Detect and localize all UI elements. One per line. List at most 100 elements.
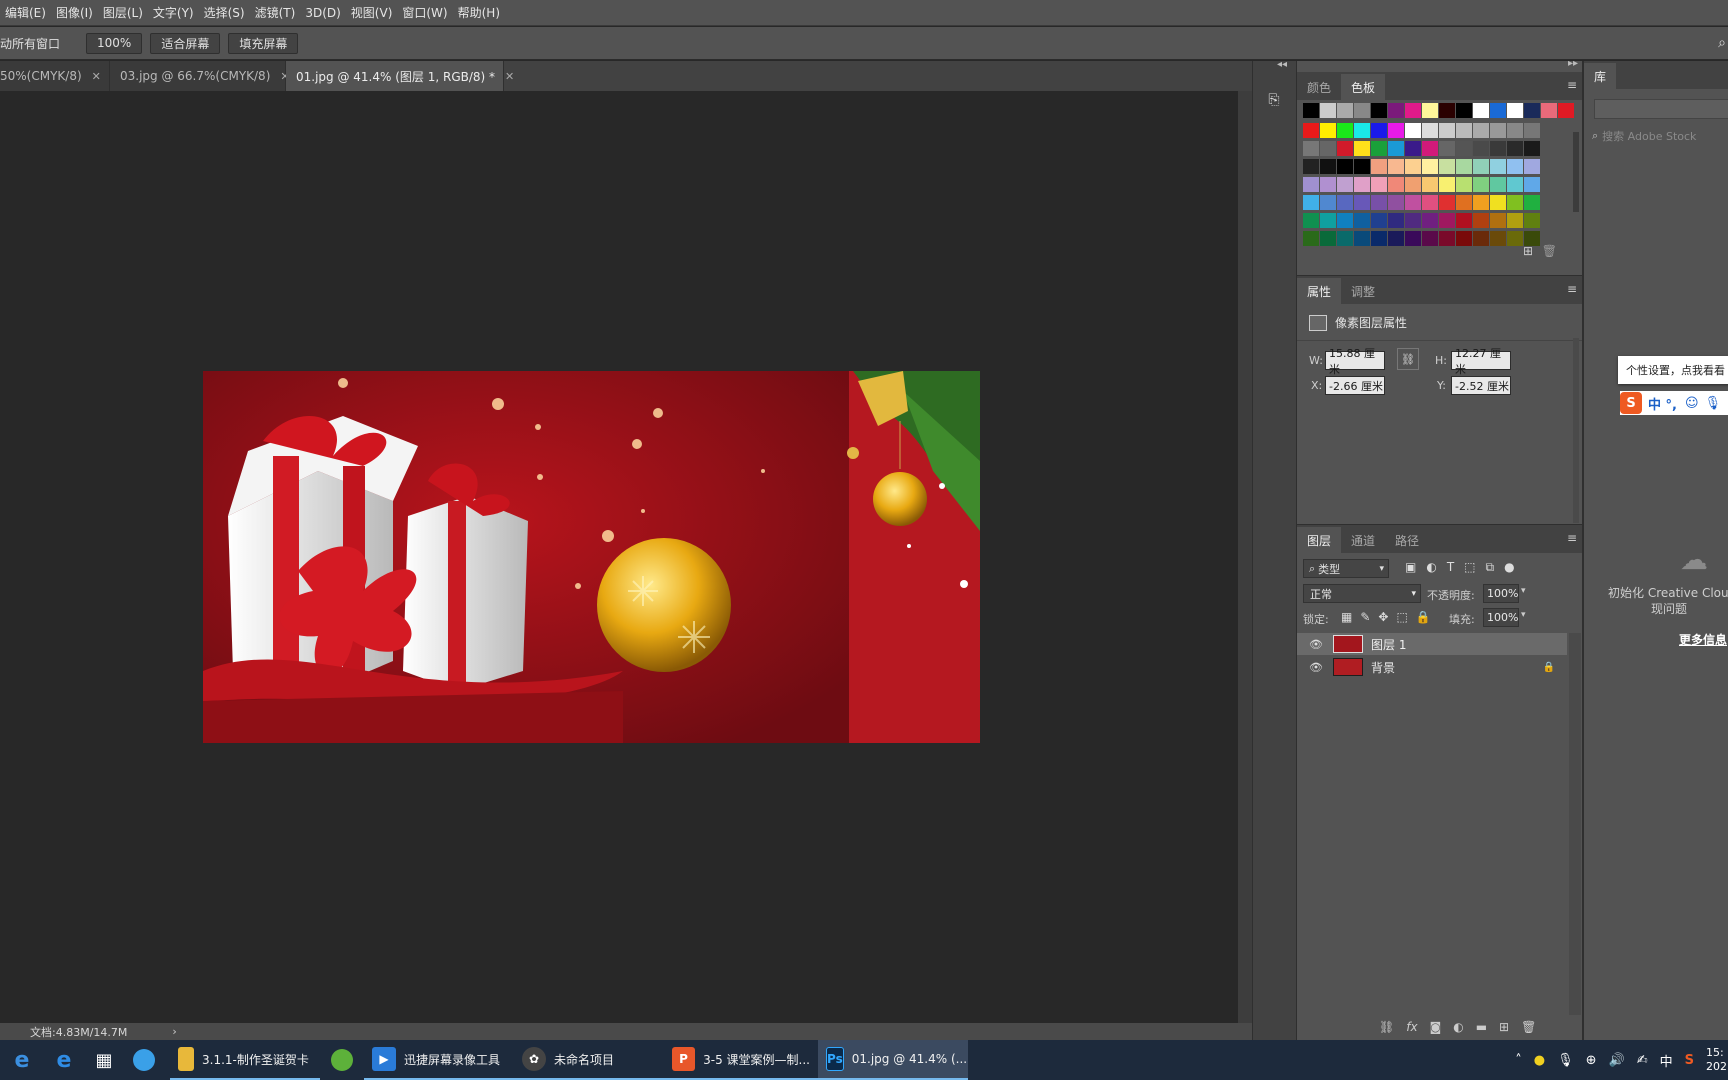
color-swatch[interactable] bbox=[1337, 103, 1353, 118]
color-swatch[interactable] bbox=[1371, 103, 1387, 118]
tab-adjustments[interactable]: 调整 bbox=[1341, 278, 1385, 304]
trash-icon[interactable]: 🗑 bbox=[1521, 1020, 1536, 1034]
tab-properties[interactable]: 属性 bbox=[1297, 278, 1342, 304]
chevron-down-icon[interactable]: ▾ bbox=[1521, 610, 1526, 620]
fill-screen-button[interactable]: 填充屏幕 bbox=[228, 32, 299, 54]
taskbar-app-powerpoint[interactable]: P 3-5 课堂案例—制... bbox=[664, 1040, 818, 1080]
color-swatch[interactable] bbox=[1473, 123, 1489, 138]
color-swatch[interactable] bbox=[1507, 123, 1523, 138]
color-swatch[interactable] bbox=[1371, 231, 1387, 246]
microphone-icon[interactable]: 🎙 bbox=[1557, 1053, 1574, 1068]
color-swatch[interactable] bbox=[1337, 195, 1353, 210]
scroll-all-windows-label[interactable]: 动所有窗口 bbox=[0, 35, 60, 52]
menu-view[interactable]: 视图(V) bbox=[346, 4, 398, 21]
canvas-workspace[interactable] bbox=[0, 91, 1238, 1023]
color-swatch[interactable] bbox=[1405, 213, 1421, 228]
color-swatch[interactable] bbox=[1490, 159, 1506, 174]
color-swatch[interactable] bbox=[1456, 231, 1472, 246]
color-swatch[interactable] bbox=[1439, 103, 1455, 118]
tab-doc-3[interactable]: 01.jpg @ 41.4% (图层 1, RGB/8) * ✕ bbox=[286, 61, 514, 91]
color-swatch[interactable] bbox=[1507, 159, 1523, 174]
fill-field[interactable]: 100% bbox=[1483, 608, 1519, 627]
color-swatch[interactable] bbox=[1320, 159, 1336, 174]
color-swatch[interactable] bbox=[1371, 195, 1387, 210]
lock-all-icon[interactable]: 🔒 bbox=[1416, 610, 1431, 624]
type-filter-icon[interactable]: T bbox=[1447, 560, 1454, 575]
color-swatch[interactable] bbox=[1524, 141, 1540, 156]
lock-position-icon[interactable]: ✥ bbox=[1378, 610, 1388, 624]
color-swatch[interactable] bbox=[1320, 141, 1336, 156]
color-swatch[interactable] bbox=[1473, 103, 1489, 118]
color-swatch[interactable] bbox=[1439, 213, 1455, 228]
color-swatch[interactable] bbox=[1507, 195, 1523, 210]
blend-mode-select[interactable]: 正常 ▾ bbox=[1303, 584, 1421, 603]
color-swatch[interactable] bbox=[1524, 213, 1540, 228]
menu-select[interactable]: 选择(S) bbox=[199, 4, 250, 21]
menu-type[interactable]: 文字(Y) bbox=[148, 4, 199, 21]
trash-icon[interactable]: 🗑 bbox=[1542, 244, 1557, 258]
filter-toggle-icon[interactable]: ● bbox=[1504, 560, 1514, 575]
new-swatch-icon[interactable]: ⊞ bbox=[1523, 244, 1533, 258]
color-swatch[interactable] bbox=[1439, 123, 1455, 138]
color-swatch[interactable] bbox=[1490, 141, 1506, 156]
color-swatch[interactable] bbox=[1303, 213, 1319, 228]
lock-paint-icon[interactable]: ✎ bbox=[1360, 610, 1370, 624]
green-app-icon[interactable] bbox=[320, 1040, 364, 1080]
color-swatch[interactable] bbox=[1490, 123, 1506, 138]
stock-search-input[interactable]: ⌕ 搜索 Adobe Stock bbox=[1592, 126, 1728, 146]
emoji-icon[interactable]: ☺ bbox=[1685, 396, 1699, 411]
menu-edit[interactable]: 编辑(E) bbox=[0, 4, 51, 21]
color-swatch[interactable] bbox=[1320, 213, 1336, 228]
sogou-tray-icon[interactable]: S bbox=[1685, 1053, 1694, 1068]
color-swatch[interactable] bbox=[1337, 141, 1353, 156]
color-swatch[interactable] bbox=[1337, 159, 1353, 174]
search-icon[interactable]: ⌕ bbox=[1718, 35, 1726, 51]
color-swatch[interactable] bbox=[1473, 177, 1489, 192]
color-swatch[interactable] bbox=[1490, 213, 1506, 228]
tab-library[interactable]: 库 bbox=[1584, 63, 1617, 89]
color-swatch[interactable] bbox=[1507, 141, 1523, 156]
color-swatch[interactable] bbox=[1439, 141, 1455, 156]
color-swatch[interactable] bbox=[1303, 103, 1319, 118]
link-layers-icon[interactable]: ⛓ bbox=[1379, 1020, 1394, 1034]
color-swatch[interactable] bbox=[1456, 177, 1472, 192]
color-swatch[interactable] bbox=[1422, 177, 1438, 192]
color-swatch[interactable] bbox=[1473, 159, 1489, 174]
taskbar-app-resolve[interactable]: ✿ 未命名项目 bbox=[514, 1040, 664, 1080]
color-swatch[interactable] bbox=[1303, 159, 1319, 174]
color-swatch[interactable] bbox=[1303, 123, 1319, 138]
more-info-link[interactable]: 更多信息 bbox=[1679, 631, 1727, 648]
color-swatch[interactable] bbox=[1320, 123, 1336, 138]
color-swatch[interactable] bbox=[1354, 159, 1370, 174]
layer-filter-select[interactable]: ⌕ 类型 ▾ bbox=[1303, 559, 1389, 578]
color-swatch[interactable] bbox=[1405, 159, 1421, 174]
color-swatch[interactable] bbox=[1354, 195, 1370, 210]
layer-row-2[interactable]: 👁 背景 🔒 bbox=[1297, 656, 1567, 678]
menu-filter[interactable]: 滤镜(T) bbox=[250, 4, 301, 21]
new-group-icon[interactable]: ▬ bbox=[1476, 1020, 1487, 1034]
history-icon[interactable]: ⎘ bbox=[1261, 87, 1287, 113]
new-layer-icon[interactable]: ⊞ bbox=[1499, 1020, 1509, 1034]
color-swatch[interactable] bbox=[1456, 195, 1472, 210]
volume-icon[interactable]: 🔊 bbox=[1609, 1053, 1625, 1068]
color-swatch[interactable] bbox=[1354, 231, 1370, 246]
swatch-grid[interactable] bbox=[1297, 100, 1574, 246]
color-swatch[interactable] bbox=[1422, 159, 1438, 174]
color-swatch[interactable] bbox=[1422, 231, 1438, 246]
color-swatch[interactable] bbox=[1388, 231, 1404, 246]
color-swatch[interactable] bbox=[1490, 177, 1506, 192]
adjustment-layer-icon[interactable]: ◐ bbox=[1453, 1020, 1463, 1034]
color-swatch[interactable] bbox=[1371, 213, 1387, 228]
taskbar-app-recorder[interactable]: ▶ 迅捷屏幕录像工具 bbox=[364, 1040, 514, 1080]
color-swatch[interactable] bbox=[1320, 195, 1336, 210]
edge-icon[interactable]: e bbox=[44, 1040, 84, 1080]
color-swatch[interactable] bbox=[1388, 123, 1404, 138]
color-swatch[interactable] bbox=[1524, 195, 1540, 210]
color-swatch[interactable] bbox=[1473, 195, 1489, 210]
color-swatch[interactable] bbox=[1371, 141, 1387, 156]
height-field[interactable]: 12.27 厘米 bbox=[1451, 347, 1511, 376]
taskbar-app-photoshop[interactable]: Ps 01.jpg @ 41.4% (... bbox=[818, 1040, 968, 1080]
color-swatch[interactable] bbox=[1405, 123, 1421, 138]
expand-panels-icon[interactable]: ▸▸ bbox=[1568, 58, 1578, 69]
tab-swatches[interactable]: 色板 bbox=[1341, 74, 1386, 100]
